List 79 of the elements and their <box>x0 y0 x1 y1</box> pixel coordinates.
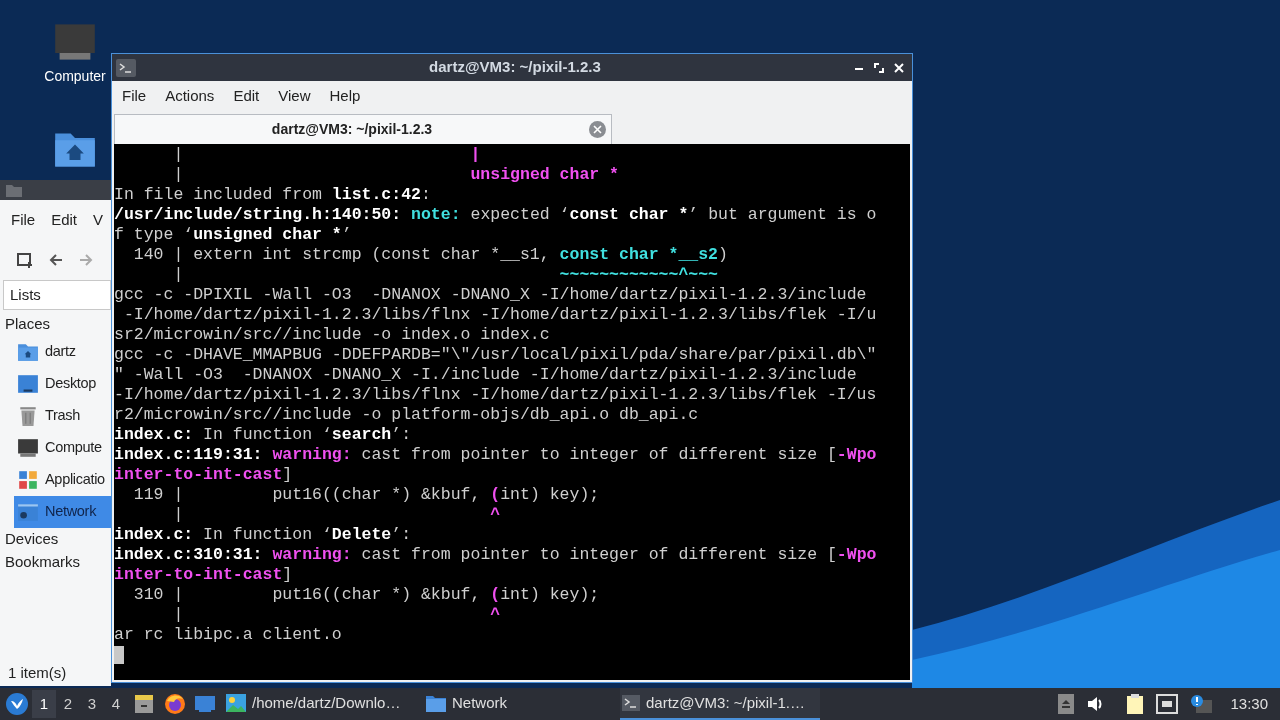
status-bar-text: 1 item(s) <box>7 662 68 683</box>
image-icon <box>226 694 246 712</box>
close-icon[interactable] <box>894 62 904 73</box>
workspace-button[interactable]: 3 <box>80 690 104 718</box>
folder-icon <box>6 183 22 197</box>
new-tab-icon[interactable] <box>17 252 33 268</box>
view-selector[interactable]: Lists <box>3 280 111 310</box>
terminal-line: | ^ <box>172 605 502 625</box>
clock[interactable]: 13:30 <box>1230 692 1268 716</box>
menu-item[interactable]: Help <box>321 85 369 108</box>
terminal-line: | ~~~~~~~~~~~~^~~~ <box>172 265 719 285</box>
clipboard-icon[interactable] <box>1126 693 1145 715</box>
sidebar-item[interactable]: Network <box>14 496 111 528</box>
home-folder-icon <box>17 341 39 363</box>
terminal-line: index.c: In function ‘Delete’: <box>114 525 413 545</box>
terminal-line: /usr/include/string.h:140:50: note: expected ‘const char *’ but argument is o <box>114 205 878 225</box>
network-icon[interactable] <box>1156 694 1179 714</box>
workspace-button[interactable]: 2 <box>56 690 80 718</box>
workspace-button[interactable]: 4 <box>104 690 128 718</box>
window-title: dartz@VM3: ~/pixil-1.2.3 <box>428 57 601 78</box>
terminal-line: index.c: In function ‘search’: <box>114 425 413 445</box>
trash-icon <box>17 405 39 427</box>
workspace-button[interactable]: 1 <box>32 690 56 718</box>
notification-icon[interactable] <box>1190 694 1213 714</box>
terminal-line: 119 | put16((char *) &kbuf, (int) key); <box>132 485 601 505</box>
folder-icon <box>426 694 446 712</box>
maximize-icon[interactable] <box>874 62 884 73</box>
sidebar-item[interactable]: Trash <box>14 400 111 432</box>
taskbar-button[interactable]: dartz@VM3: ~/pixil-1.… <box>620 688 820 720</box>
terminal-line: inter-to-int-cast] <box>114 565 294 585</box>
cursor <box>114 646 124 664</box>
menu-item[interactable]: V <box>93 208 104 232</box>
menu-item[interactable]: Edit <box>225 85 268 108</box>
eject-icon[interactable] <box>1058 694 1075 714</box>
terminal-line: f type ‘unsigned char *’ <box>114 225 353 245</box>
browser-icon[interactable] <box>164 693 186 715</box>
terminal-tab[interactable]: dartz@VM3: ~/pixil-1.2.3 <box>114 114 612 144</box>
terminal-line: " -Wall -O3 -DNANOX -DNANO_X -I./include -I/home/dartz/pixil-1.2.3/include <box>114 365 858 385</box>
file-cabinet-icon[interactable] <box>134 694 154 714</box>
sidebar-item[interactable]: Desktop <box>14 368 111 400</box>
terminal-line: 310 | put16((char *) &kbuf, (int) key); <box>132 585 601 605</box>
terminal-line: -I/home/dartz/pixil-1.2.3/libs/flnx -I/home/dartz/pixil-1.2.3/libs/flek -I/u <box>122 305 878 325</box>
terminal-line: gcc -c -DPIXIL -Wall -O3 -DNANOX -DNANO_X -I/home/dartz/pixil-1.2.3/include <box>114 285 868 305</box>
window-icon[interactable] <box>194 694 216 714</box>
terminal-icon <box>116 58 136 77</box>
sidebar-item[interactable]: Applicatio <box>14 464 111 496</box>
terminal-line: | unsigned char * <box>172 165 620 185</box>
taskbar-button[interactable]: Network <box>424 688 620 720</box>
monitor-icon <box>17 437 39 459</box>
back-arrow-icon[interactable] <box>49 253 63 267</box>
menu-item[interactable]: File <box>11 208 36 232</box>
terminal-icon <box>622 695 640 711</box>
terminal-line: | ^ <box>172 505 502 525</box>
sidebar-item[interactable]: dartz <box>14 336 111 368</box>
network-icon <box>17 501 39 523</box>
terminal-line: 140 | extern int strcmp (const char *__s1, const char *__s2) <box>132 245 729 265</box>
desktop-icon <box>17 373 39 395</box>
menu-item[interactable]: View <box>270 85 319 108</box>
menu-item[interactable]: File <box>114 85 155 108</box>
terminal-line: index.c:119:31: warning: cast from pointer to integer of different size [-Wpo <box>114 445 878 465</box>
icon-label: Computer <box>44 67 106 86</box>
sidebar-item[interactable]: Compute <box>14 432 111 464</box>
menu-item[interactable]: Actions <box>157 85 223 108</box>
terminal-line: ar rc libipc.a client.o <box>114 625 343 645</box>
terminal-line: sr2/microwin/src//include -o index.o index.c <box>114 325 551 345</box>
menu-item[interactable]: Edit <box>51 208 78 232</box>
terminal-line: -I/home/dartz/pixil-1.2.3/libs/flnx -I/home/dartz/pixil-1.2.3/libs/flek -I/us <box>114 385 878 405</box>
terminal-line: In file included from list.c:42: <box>114 185 432 205</box>
section-heading[interactable]: Devices <box>0 528 64 551</box>
section-heading[interactable]: Places <box>0 313 56 336</box>
terminal-line: inter-to-int-cast] <box>114 465 294 485</box>
terminal-line: r2/microwin/src//include -o platform-objs/db_api.o db_api.c <box>114 405 700 425</box>
apps-icon <box>17 469 39 491</box>
terminal-line: gcc -c -DHAVE_MMAPBUG -DDEFPARDB="\"/usr/local/pixil/pda/share/par/pixil.db\" <box>114 345 878 365</box>
start-menu-icon[interactable] <box>6 693 28 715</box>
terminal-line: | | <box>172 145 482 165</box>
taskbar-button[interactable]: /home/dartz/Downlo… <box>224 688 424 720</box>
section-heading[interactable]: Bookmarks <box>0 551 86 574</box>
terminal-line: index.c:310:31: warning: cast from pointer to integer of different size [-Wpo <box>114 545 878 565</box>
